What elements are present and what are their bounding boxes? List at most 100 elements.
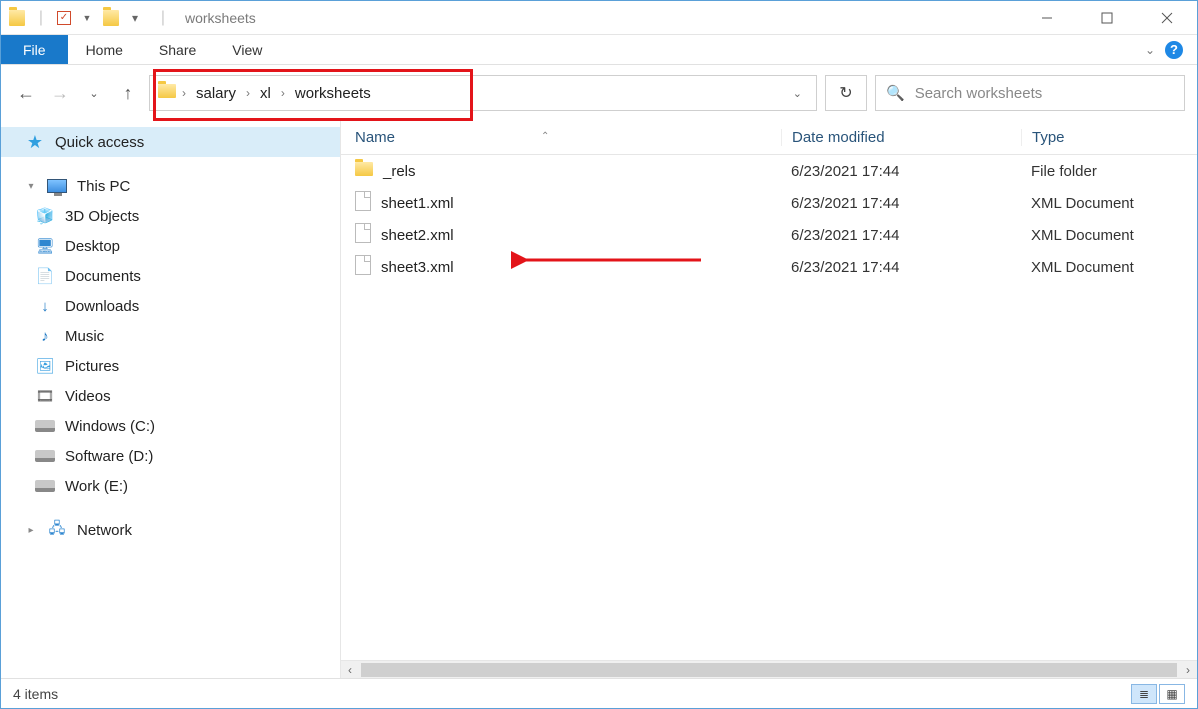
breadcrumb-salary[interactable]: salary	[192, 83, 240, 104]
item-count: 4 items	[13, 686, 58, 702]
sort-ascending-icon: ⌃	[541, 131, 549, 142]
sidebar-label: Software (D:)	[65, 448, 153, 465]
file-rows: _rels 6/23/2021 17:44 File folder sheet1…	[341, 155, 1197, 660]
sidebar-item-videos[interactable]: 🎞 Videos	[1, 381, 340, 411]
app-folder-icon	[9, 10, 25, 26]
sidebar-label: This PC	[77, 178, 130, 195]
file-row[interactable]: _rels 6/23/2021 17:44 File folder	[341, 155, 1197, 187]
chevron-right-icon[interactable]: ›	[246, 86, 250, 100]
sidebar-label: Documents	[65, 268, 141, 285]
file-name: sheet3.xml	[381, 259, 454, 276]
thumbnails-view-button[interactable]: ▦	[1159, 684, 1185, 704]
sidebar-item-drive-c[interactable]: Windows (C:)	[1, 411, 340, 441]
scroll-left-button[interactable]: ‹	[341, 663, 359, 677]
sidebar-label: Windows (C:)	[65, 418, 155, 435]
file-name: _rels	[383, 163, 416, 180]
details-view-button[interactable]: ≣	[1131, 684, 1157, 704]
sidebar-item-music[interactable]: ♪ Music	[1, 321, 340, 351]
file-date: 6/23/2021 17:44	[781, 227, 1021, 244]
sidebar-label: Network	[77, 522, 132, 539]
network-icon: 🖧	[47, 521, 67, 539]
sidebar-item-desktop[interactable]: 🖥 Desktop	[1, 231, 340, 261]
sidebar-this-pc[interactable]: ▾ This PC	[1, 171, 340, 201]
sidebar-label: Work (E:)	[65, 478, 128, 495]
scroll-track[interactable]	[361, 663, 1177, 677]
sidebar-item-drive-d[interactable]: Software (D:)	[1, 441, 340, 471]
sidebar-label: Quick access	[55, 134, 144, 151]
downloads-icon: ↓	[35, 297, 55, 315]
recent-locations-button[interactable]: ⌄	[81, 80, 107, 106]
sidebar-item-3d-objects[interactable]: 🧊 3D Objects	[1, 201, 340, 231]
breadcrumb-worksheets[interactable]: worksheets	[291, 83, 375, 104]
star-icon: ★	[25, 133, 45, 151]
expand-icon[interactable]: ▸	[25, 525, 37, 536]
pictures-icon: 🖼	[35, 357, 55, 375]
file-type: XML Document	[1021, 195, 1197, 212]
file-type: XML Document	[1021, 227, 1197, 244]
navigation-bar: ← → ⌄ ↑ › salary › xl › worksheets ⌄ ↻ 🔍	[1, 65, 1197, 121]
search-icon: 🔍	[886, 84, 905, 102]
qat-properties-icon[interactable]: ✓	[57, 11, 71, 25]
file-icon	[355, 191, 371, 215]
chevron-right-icon[interactable]: ›	[182, 86, 186, 100]
file-type: XML Document	[1021, 259, 1197, 276]
expand-icon[interactable]: ▾	[25, 181, 37, 192]
videos-icon: 🎞	[35, 387, 55, 405]
sidebar-item-downloads[interactable]: ↓ Downloads	[1, 291, 340, 321]
title-separator: |	[155, 10, 171, 26]
tab-share[interactable]: Share	[141, 35, 214, 64]
file-row[interactable]: sheet2.xml 6/23/2021 17:44 XML Document	[341, 219, 1197, 251]
qat-separator: |	[33, 10, 49, 26]
search-input[interactable]	[915, 85, 1174, 102]
column-header-type[interactable]: Type	[1021, 129, 1197, 146]
file-icon	[355, 223, 371, 247]
file-date: 6/23/2021 17:44	[781, 259, 1021, 276]
file-name: sheet1.xml	[381, 195, 454, 212]
breadcrumb-xl[interactable]: xl	[256, 83, 275, 104]
navigation-pane: ★ Quick access ▾ This PC 🧊 3D Objects 🖥 …	[1, 121, 341, 678]
qat-equals-icon[interactable]: ▾	[127, 10, 143, 26]
desktop-icon: 🖥	[35, 237, 55, 255]
sidebar-network[interactable]: ▸ 🖧 Network	[1, 515, 340, 545]
file-tab[interactable]: File	[1, 35, 68, 64]
column-header-name[interactable]: Name ⌃	[341, 129, 781, 146]
drive-icon	[35, 477, 55, 495]
file-date: 6/23/2021 17:44	[781, 195, 1021, 212]
close-button[interactable]	[1137, 4, 1197, 32]
file-type: File folder	[1021, 163, 1197, 180]
address-bar[interactable]: › salary › xl › worksheets ⌄	[149, 75, 817, 111]
file-row[interactable]: sheet1.xml 6/23/2021 17:44 XML Document	[341, 187, 1197, 219]
file-icon	[355, 255, 371, 279]
file-row[interactable]: sheet3.xml 6/23/2021 17:44 XML Document	[341, 251, 1197, 283]
chevron-right-icon[interactable]: ›	[281, 86, 285, 100]
file-name: sheet2.xml	[381, 227, 454, 244]
horizontal-scrollbar[interactable]: ‹ ›	[341, 660, 1197, 678]
column-header-date[interactable]: Date modified	[781, 129, 1021, 146]
file-list-pane: Name ⌃ Date modified Type _rels 6/23/202…	[341, 121, 1197, 678]
qat-dropdown-icon[interactable]: ▼	[79, 10, 95, 26]
refresh-button[interactable]: ↻	[825, 75, 867, 111]
back-button[interactable]: ←	[13, 80, 39, 106]
sidebar-label: 3D Objects	[65, 208, 139, 225]
maximize-button[interactable]	[1077, 4, 1137, 32]
documents-icon: 📄	[35, 267, 55, 285]
folder-icon	[355, 162, 373, 180]
scroll-right-button[interactable]: ›	[1179, 663, 1197, 677]
status-bar: 4 items ≣ ▦	[1, 678, 1197, 708]
up-button[interactable]: ↑	[115, 80, 141, 106]
sidebar-item-documents[interactable]: 📄 Documents	[1, 261, 340, 291]
cube-icon: 🧊	[35, 207, 55, 225]
help-icon[interactable]: ?	[1165, 41, 1183, 59]
minimize-button[interactable]	[1017, 4, 1077, 32]
music-icon: ♪	[35, 327, 55, 345]
sidebar-item-pictures[interactable]: 🖼 Pictures	[1, 351, 340, 381]
tab-home[interactable]: Home	[68, 35, 141, 64]
search-box[interactable]: 🔍	[875, 75, 1185, 111]
sidebar-item-drive-e[interactable]: Work (E:)	[1, 471, 340, 501]
ribbon: File Home Share View ⌄ ?	[1, 35, 1197, 65]
forward-button[interactable]: →	[47, 80, 73, 106]
ribbon-expand-icon[interactable]: ⌄	[1145, 43, 1155, 57]
tab-view[interactable]: View	[214, 35, 280, 64]
sidebar-quick-access[interactable]: ★ Quick access	[1, 127, 340, 157]
address-dropdown-icon[interactable]: ⌄	[787, 87, 808, 100]
